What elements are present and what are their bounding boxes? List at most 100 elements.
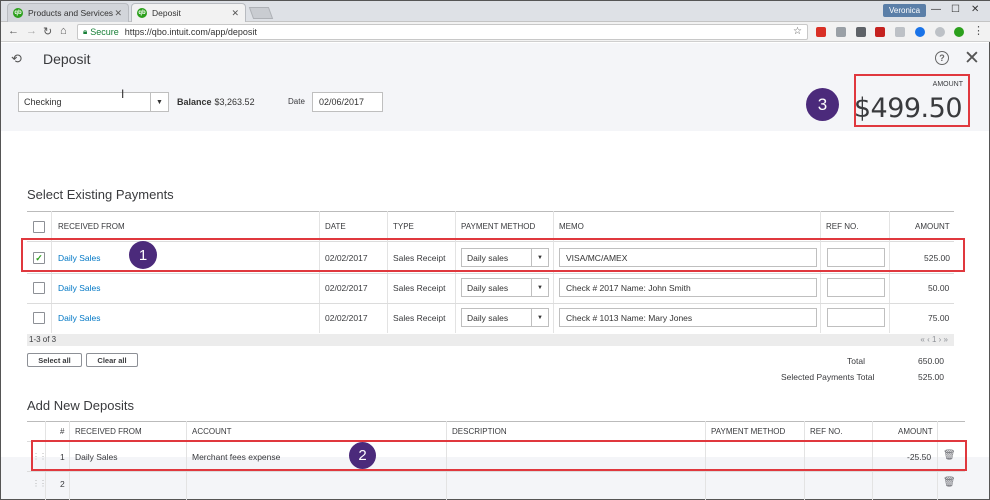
- col-divider: [387, 211, 388, 333]
- col-type: TYPE: [393, 222, 414, 231]
- account-select-value: Checking: [24, 97, 62, 107]
- payment-method-select[interactable]: Daily sales ▼: [461, 278, 549, 297]
- back-icon[interactable]: ←: [8, 25, 19, 37]
- trash-icon[interactable]: 🗑︎: [943, 477, 956, 488]
- col-ref-no: REF NO.: [826, 222, 859, 231]
- extension-icon[interactable]: [856, 27, 866, 37]
- profile-button[interactable]: Veronica: [883, 4, 927, 17]
- amount-cell: 50.00: [928, 283, 950, 293]
- amount-label: AMOUNT: [932, 81, 963, 88]
- url-text: https://qbo.intuit.com/app/deposit: [124, 27, 257, 37]
- memo-input[interactable]: Check # 2017 Name: John Smith: [559, 278, 817, 297]
- col-memo: MEMO: [559, 222, 584, 231]
- extension-icon[interactable]: [915, 27, 925, 37]
- chevron-down-icon[interactable]: ▼: [531, 279, 548, 296]
- balance-label: Balance: [177, 97, 212, 107]
- pagination[interactable]: « ‹ 1 › »: [920, 335, 948, 344]
- tab-close-icon[interactable]: ✕: [114, 8, 122, 19]
- chevron-down-icon[interactable]: ▼: [150, 93, 168, 111]
- window-close-icon[interactable]: ✕: [971, 4, 979, 15]
- col-account: ACCOUNT: [192, 427, 232, 436]
- total-value: 650.00: [918, 356, 944, 366]
- amount-cell: 75.00: [928, 313, 950, 323]
- date-label: Date: [288, 97, 305, 106]
- clear-all-button[interactable]: Clear all: [86, 353, 138, 367]
- row-highlight-2: [31, 440, 967, 471]
- quickbooks-favicon-icon: qb: [13, 8, 23, 18]
- col-amount: AMOUNT: [898, 427, 933, 436]
- help-icon[interactable]: ?: [935, 51, 949, 65]
- extension-icon[interactable]: [895, 27, 905, 37]
- gmail-extension-icon[interactable]: [816, 27, 826, 37]
- minimize-icon[interactable]: —: [931, 4, 941, 15]
- recent-transactions-icon[interactable]: ⟲: [11, 51, 22, 67]
- col-payment-method: PAYMENT METHOD: [711, 427, 786, 436]
- text-cursor-icon: I: [121, 87, 125, 101]
- date-cell: 02/02/2017: [325, 283, 368, 293]
- row-divider: [27, 471, 965, 472]
- lock-icon: 🔒︎: [83, 27, 88, 36]
- date-input[interactable]: 02/06/2017: [312, 92, 383, 112]
- ref-no-input[interactable]: [827, 278, 885, 297]
- balance: Balance $3,263.52: [177, 97, 255, 107]
- row-divider: [27, 273, 954, 274]
- drag-handle-icon[interactable]: ⋮⋮: [32, 479, 47, 488]
- home-icon[interactable]: ⌂: [60, 25, 67, 37]
- tab-label: Deposit: [152, 8, 181, 18]
- row-count: 1-3 of 3: [29, 335, 57, 344]
- annotation-badge-2: 2: [349, 442, 376, 469]
- payment-method-select[interactable]: Daily sales ▼: [461, 308, 549, 327]
- col-divider: [820, 211, 821, 333]
- col-ref-no: REF NO.: [810, 427, 843, 436]
- col-amount: AMOUNT: [915, 222, 950, 231]
- memo-input[interactable]: Check # 1013 Name: Mary Jones: [559, 308, 817, 327]
- annotation-badge-1: 1: [129, 241, 157, 269]
- select-all-checkbox[interactable]: [33, 221, 45, 233]
- forward-icon[interactable]: →: [26, 25, 37, 37]
- bookmark-star-icon[interactable]: ☆: [793, 26, 802, 37]
- extension-icon[interactable]: [935, 27, 945, 37]
- payment-method-value: Daily sales: [467, 312, 509, 323]
- col-divider: [319, 211, 320, 333]
- date-cell: 02/02/2017: [325, 313, 368, 323]
- secure-label: Secure: [90, 27, 119, 37]
- extension-icon[interactable]: [836, 27, 846, 37]
- amount-value: $499.50: [853, 93, 963, 124]
- extension-icon[interactable]: [875, 27, 885, 37]
- ref-no-input[interactable]: [827, 308, 885, 327]
- row-checkbox[interactable]: [33, 282, 45, 294]
- url-input[interactable]: 🔒︎ Secure https://qbo.intuit.com/app/dep…: [77, 24, 808, 40]
- type-cell: Sales Receipt: [393, 283, 446, 293]
- received-from-link[interactable]: Daily Sales: [58, 283, 101, 293]
- amount-highlight: AMOUNT $499.50: [854, 74, 970, 127]
- maximize-icon[interactable]: ☐: [951, 4, 960, 15]
- tab-products-and-services[interactable]: qb Products and Services ✕: [7, 3, 129, 22]
- received-from-link[interactable]: Daily Sales: [58, 313, 101, 323]
- new-deposits-title: Add New Deposits: [27, 398, 134, 413]
- col-divider: [51, 211, 52, 333]
- browser-address-bar: ← → ↻ ⌂ 🔒︎ Secure https://qbo.intuit.com…: [1, 22, 990, 42]
- extension-icon[interactable]: [954, 27, 964, 37]
- reload-icon[interactable]: ↻: [43, 25, 52, 38]
- row-divider: [27, 303, 954, 304]
- browser-tabstrip: qb Products and Services ✕ qb Deposit ✕ …: [1, 1, 990, 22]
- chevron-down-icon[interactable]: ▼: [531, 309, 548, 326]
- col-received-from: RECEIVED FROM: [58, 222, 125, 231]
- tab-close-icon[interactable]: ✕: [231, 8, 239, 19]
- col-divider: [455, 211, 456, 333]
- new-tab-button[interactable]: [248, 7, 274, 19]
- col-divider: [889, 211, 890, 333]
- row-checkbox[interactable]: [33, 312, 45, 324]
- existing-payments-title: Select Existing Payments: [27, 187, 174, 202]
- browser-menu-icon[interactable]: ⋮: [973, 24, 984, 37]
- tab-deposit[interactable]: qb Deposit ✕: [131, 3, 246, 22]
- annotation-badge-3: 3: [806, 88, 839, 121]
- account-select[interactable]: Checking ▼: [18, 92, 169, 112]
- select-all-button[interactable]: Select all: [27, 353, 82, 367]
- col-date: DATE: [325, 222, 346, 231]
- page-title: Deposit: [43, 51, 91, 67]
- tab-label: Products and Services: [28, 8, 114, 18]
- table-top-border: [27, 421, 965, 422]
- type-cell: Sales Receipt: [393, 313, 446, 323]
- close-icon[interactable]: ✕: [964, 47, 980, 70]
